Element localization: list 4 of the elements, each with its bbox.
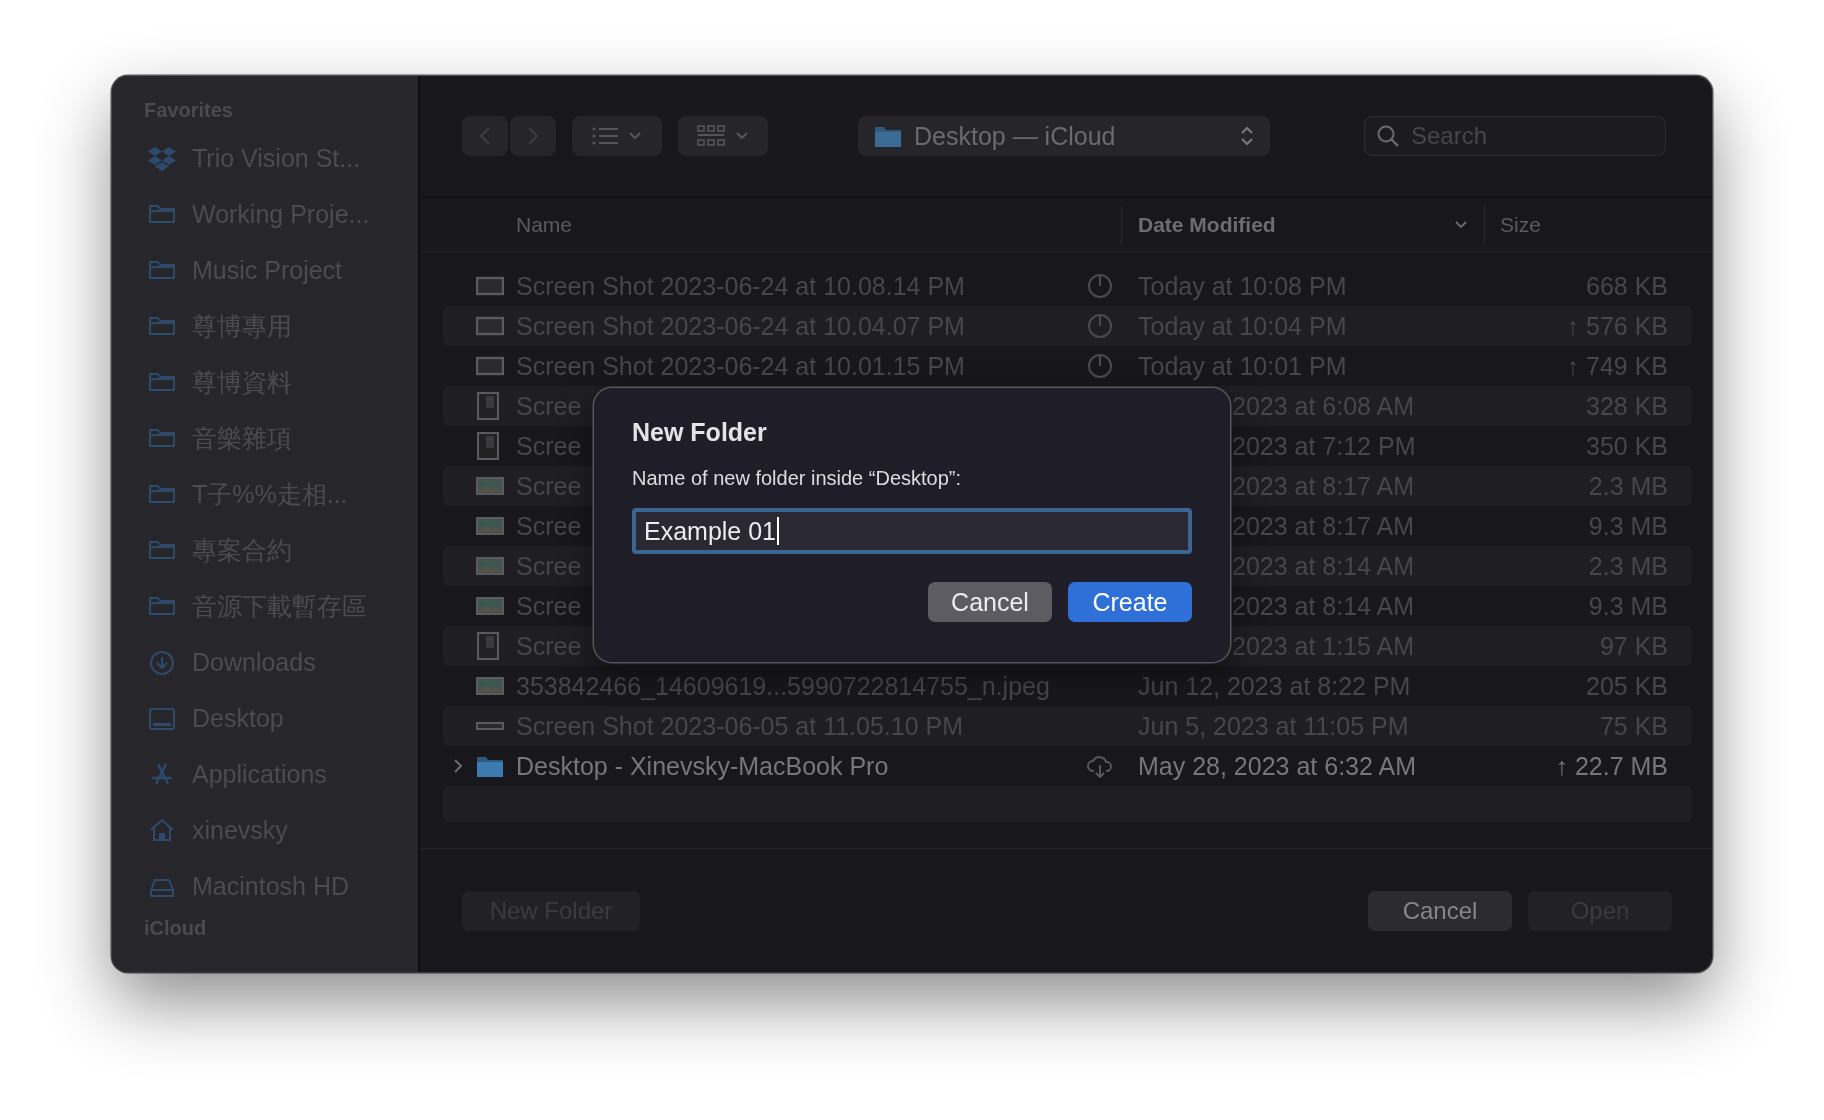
file-name: Desktop - Xinevsky-MacBook Pro: [516, 751, 889, 781]
dialog-prompt: Name of new folder inside “Desktop”:: [632, 466, 963, 491]
file-size: ↑ 22.7 MB: [1554, 751, 1668, 781]
date-modified: May 28, 2023 at 6:32 AM: [1138, 751, 1417, 781]
